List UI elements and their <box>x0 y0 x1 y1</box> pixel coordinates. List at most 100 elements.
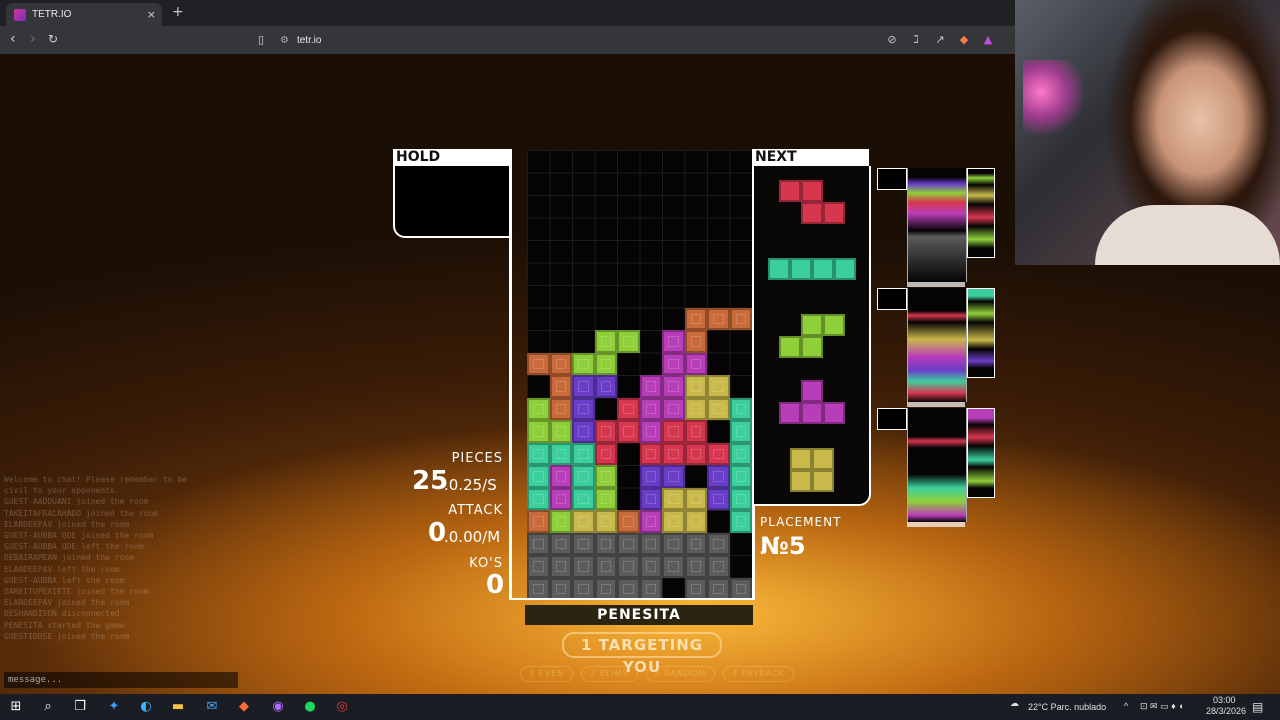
strategy-elims[interactable]: 2 ELIMS <box>581 666 638 682</box>
board-cell <box>527 510 550 533</box>
new-tab-button[interactable]: + <box>172 4 184 20</box>
tab-close-icon[interactable]: × <box>147 8 156 21</box>
search-icon[interactable]: ⌕ <box>40 699 56 715</box>
strategy-random[interactable]: 3 RANDOM <box>645 666 716 682</box>
board-cell <box>549 442 572 465</box>
board-cell <box>572 555 595 578</box>
game-board[interactable] <box>527 150 752 600</box>
translate-icon[interactable]: ℷ <box>909 33 923 46</box>
opponent-name-bar <box>907 522 965 527</box>
board-cell <box>594 487 617 510</box>
chat-line: PENESITA started the game <box>4 620 125 630</box>
board-cell <box>617 397 640 420</box>
board-cell <box>594 555 617 578</box>
clock-date[interactable]: 28/3/2026 <box>1206 706 1246 716</box>
board-cell <box>729 420 752 443</box>
board-cell <box>662 397 685 420</box>
board-frame-bottom <box>509 598 755 600</box>
app-icon[interactable]: ◎ <box>334 699 350 715</box>
board-cell <box>594 532 617 555</box>
chat-line: civil to your opponents. <box>4 486 120 496</box>
chat-line: DEBAIRAPEAN joined the room <box>4 553 135 563</box>
board-cell <box>639 465 662 488</box>
start-icon[interactable]: ⊞ <box>8 699 24 715</box>
mail-icon[interactable]: ✉ <box>204 699 220 715</box>
webcam-person <box>1095 205 1280 265</box>
weather-text[interactable]: 22°C Parc. nublado <box>1028 702 1106 712</box>
placement-label: PLACEMENT <box>760 515 842 529</box>
copilot-icon[interactable]: ✦ <box>106 699 122 715</box>
board-cell <box>707 465 730 488</box>
board-cell <box>527 532 550 555</box>
next-piece-cell <box>822 202 845 224</box>
targeting-badge: 1 TARGETING YOU <box>562 632 722 676</box>
chat-input[interactable]: message... <box>4 672 238 688</box>
next-piece-cell <box>800 202 823 224</box>
mute-icon[interactable]: ⊘ <box>885 33 899 46</box>
tab-tetrio[interactable]: TETR.IO × <box>6 3 162 26</box>
board-cell <box>662 510 685 533</box>
board-cell <box>572 420 595 443</box>
pieces-label: PIECES <box>451 451 503 466</box>
board-cell <box>729 442 752 465</box>
board-cell <box>549 510 572 533</box>
board-cell <box>662 375 685 398</box>
clock-time[interactable]: 03:00 <box>1213 695 1236 705</box>
kos-value: 0 <box>486 570 505 600</box>
opponent-field <box>907 288 967 402</box>
board-cell <box>684 375 707 398</box>
board-cell <box>617 510 640 533</box>
chat-line: GUEST-AUBBA left the room <box>4 575 125 585</box>
board-cell <box>729 465 752 488</box>
board-cell <box>572 397 595 420</box>
reload-icon[interactable]: ↻ <box>48 32 58 46</box>
next-piece-cell <box>778 402 801 424</box>
pieces-rate: .0.25/S <box>444 476 497 494</box>
tray-icons[interactable]: ⊡ ✉ ▭ ♦ ◖ <box>1140 701 1184 712</box>
next-piece-cell <box>800 180 823 202</box>
chat-line: GUEST-AADDUANI joined the room <box>4 497 149 507</box>
strategy-payback[interactable]: 4 PAYBACK <box>723 666 794 682</box>
next-piece-cell <box>811 258 834 280</box>
board-cell <box>594 352 617 375</box>
board-cell <box>684 307 707 330</box>
board-cell <box>707 442 730 465</box>
notifications-icon[interactable]: ▤ <box>1252 700 1263 714</box>
board-cell <box>662 465 685 488</box>
brave-rewards-icon[interactable]: ▲ <box>981 33 995 46</box>
board-cell <box>707 397 730 420</box>
spotify-icon[interactable]: ● <box>302 699 318 715</box>
share-icon[interactable]: ↗ <box>933 33 947 46</box>
board-cell <box>527 397 550 420</box>
edge-icon[interactable]: ◐ <box>138 699 154 715</box>
board-cell <box>662 352 685 375</box>
chat-line: ELARDEEPAV joined the room <box>4 598 130 608</box>
site-info-icon[interactable]: ⚙ <box>280 35 289 46</box>
next-piece-cell <box>800 402 823 424</box>
board-cell <box>549 397 572 420</box>
opponent-name-bar <box>907 282 965 287</box>
back-icon[interactable]: ‹ <box>10 31 16 47</box>
obs-icon[interactable]: ◉ <box>270 699 286 715</box>
browser-tab-bar: TETR.IO × + <box>0 0 1015 26</box>
chat-line: GUESTIDDSE joined the room <box>4 631 130 641</box>
brave-shield-icon[interactable]: ◆ <box>957 33 971 46</box>
toolbar-icons: ⊘ ℷ ↗ ◆ ▲ <box>885 33 995 46</box>
bookmark-icon[interactable]: ▯ <box>258 33 264 46</box>
strategy-even[interactable]: 1 EVEN <box>520 666 574 682</box>
board-cell <box>572 510 595 533</box>
file-explorer-icon[interactable]: ▬ <box>170 699 186 715</box>
tray-chevron-icon[interactable]: ^ <box>1124 701 1128 711</box>
browser-toolbar: ‹ › ↻ ▯ ⚙ tetr.io ⊘ ℷ ↗ ◆ ▲ <box>0 26 1015 54</box>
attack-rate: .0.00/M <box>444 528 501 546</box>
board-cell <box>639 397 662 420</box>
hold-box <box>393 166 512 238</box>
weather-icon[interactable]: ☁ <box>1010 698 1019 709</box>
forward-icon[interactable]: › <box>30 31 36 47</box>
board-cell <box>572 532 595 555</box>
next-piece-cell <box>800 336 823 358</box>
task-view-icon[interactable]: ❐ <box>72 699 88 715</box>
board-cell <box>662 330 685 353</box>
brave-icon[interactable]: ◆ <box>236 699 252 715</box>
board-cell <box>549 375 572 398</box>
